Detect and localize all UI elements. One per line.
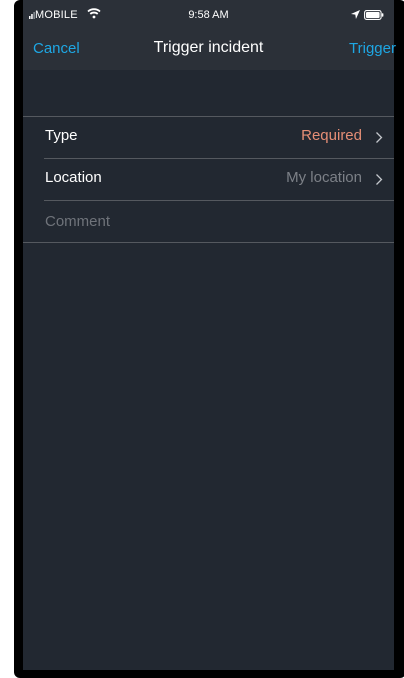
trigger-button[interactable]: Trigger bbox=[349, 40, 396, 57]
status-time: 9:58 AM bbox=[188, 9, 229, 21]
location-value: My location bbox=[286, 169, 362, 186]
chevron-right-icon bbox=[376, 132, 383, 143]
type-value: Required bbox=[301, 127, 362, 144]
location-arrow-icon bbox=[351, 10, 360, 19]
status-bar: MOBILE 9:58 AM bbox=[23, 0, 394, 28]
navigation-bar: Cancel Trigger incident Trigger bbox=[23, 28, 396, 70]
cancel-button[interactable]: Cancel bbox=[33, 40, 80, 57]
incident-form: Type Required Location My location bbox=[23, 116, 394, 243]
location-label: Location bbox=[45, 169, 102, 186]
type-label: Type bbox=[45, 127, 78, 144]
comment-row bbox=[23, 201, 394, 243]
location-row[interactable]: Location My location bbox=[44, 159, 394, 201]
type-row[interactable]: Type Required bbox=[44, 117, 394, 159]
device-frame: MOBILE 9:58 AM Cancel Trigger incident T… bbox=[14, 0, 404, 678]
comment-field[interactable] bbox=[45, 201, 375, 241]
battery-icon bbox=[364, 10, 384, 20]
screen: MOBILE 9:58 AM Cancel Trigger incident T… bbox=[23, 0, 396, 670]
chevron-right-icon bbox=[376, 174, 383, 185]
